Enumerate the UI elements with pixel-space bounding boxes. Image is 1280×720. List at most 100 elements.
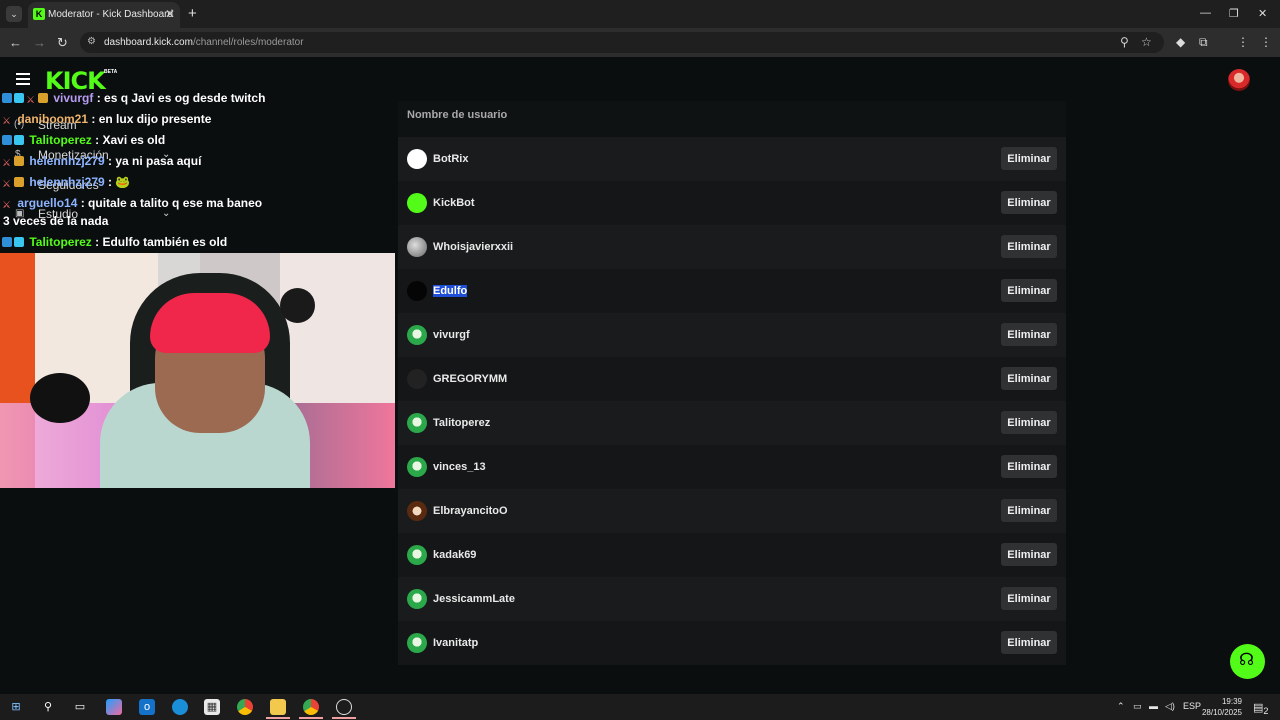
bookmark-star-icon[interactable]: ☆ — [1141, 35, 1152, 49]
chat-message: ⚔ arguello14 : quitale a talito q ese ma… — [2, 196, 263, 211]
windows-start-icon[interactable]: ⊞ — [8, 699, 24, 715]
remove-moderator-button[interactable]: Eliminar — [1001, 587, 1057, 610]
moderator-row: vinces_13 Eliminar — [398, 445, 1066, 489]
moderator-username[interactable]: GREGORYMM — [433, 373, 507, 385]
remove-moderator-button[interactable]: Eliminar — [1001, 367, 1057, 390]
site-info-icon[interactable]: ⚙ — [87, 36, 96, 47]
badge-icon — [14, 156, 24, 166]
url-text: dashboard.kick.com/channel/roles/moderat… — [104, 37, 304, 48]
video-spider-prop — [280, 288, 315, 323]
profile-icon[interactable]: ⋮ — [1237, 35, 1249, 49]
moderator-username[interactable]: Edulfo — [433, 285, 468, 297]
forward-icon[interactable]: → — [33, 35, 46, 50]
user-avatar[interactable] — [1228, 69, 1250, 91]
moderator-avatar — [407, 193, 427, 213]
network-icon[interactable]: ▭ — [1133, 701, 1142, 712]
edge-icon[interactable] — [172, 699, 188, 715]
moderator-avatar — [407, 149, 427, 169]
close-tab-icon[interactable]: ✕ — [165, 7, 175, 21]
moderator-avatar — [407, 633, 427, 653]
notifications-icon[interactable]: ▤2 — [1253, 701, 1269, 716]
moderator-username[interactable]: Whoisjavierxxii — [433, 241, 513, 253]
chat-message-wrap: 3 veces de la nada — [3, 214, 109, 228]
close-window-icon[interactable]: ✕ — [1258, 7, 1267, 20]
taskbar-active-indicator — [266, 717, 290, 719]
remove-moderator-button[interactable]: Eliminar — [1001, 499, 1057, 522]
chat-message: Talitoperez : Edulfo también es old — [2, 235, 227, 249]
moderator-row: Edulfo Eliminar — [398, 269, 1066, 313]
sword-badge-icon: ⚔ — [2, 179, 11, 190]
moderator-username[interactable]: Talitoperez — [433, 417, 490, 429]
moderator-username[interactable]: BotRix — [433, 153, 468, 165]
file-explorer-icon[interactable] — [270, 699, 286, 715]
moderators-panel: Nombre de usuario BotRix Eliminar KickBot E… — [398, 101, 1066, 665]
back-icon[interactable]: ← — [9, 35, 22, 50]
outlook-icon[interactable]: o — [139, 699, 155, 715]
video-hair — [150, 293, 270, 353]
hamburger-menu-icon[interactable] — [16, 73, 30, 85]
address-bar: ← → ↻ ⚙ dashboard.kick.com/channel/roles… — [0, 28, 1280, 57]
sword-badge-icon: ⚔ — [2, 116, 11, 127]
app-icon[interactable] — [336, 699, 352, 715]
moderator-row: JessicammLate Eliminar — [398, 577, 1066, 621]
chat-message: ⚔ vivurgf : es q Javi es og desde twitch — [2, 91, 265, 106]
moderator-row: Whoisjavierxxii Eliminar — [398, 225, 1066, 269]
browser-tab[interactable]: K Moderator - Kick Dashboard ✕ — [28, 2, 180, 28]
moderator-row: vivurgf Eliminar — [398, 313, 1066, 357]
moderator-avatar — [407, 281, 427, 301]
moderator-username[interactable]: vinces_13 — [433, 461, 486, 473]
remove-moderator-button[interactable]: Eliminar — [1001, 235, 1057, 258]
extension-diamond-icon[interactable]: ◆ — [1176, 35, 1185, 49]
username-column-header: Nombre de usuario — [407, 109, 508, 121]
copilot-icon[interactable] — [106, 699, 122, 715]
badge-icon — [14, 177, 24, 187]
task-view-icon[interactable]: ▭ — [72, 699, 88, 715]
zoom-icon[interactable]: ⚲ — [1120, 35, 1129, 49]
remove-moderator-button[interactable]: Eliminar — [1001, 411, 1057, 434]
tab-search-button[interactable]: ⌄ — [6, 6, 22, 22]
remove-moderator-button[interactable]: Eliminar — [1001, 323, 1057, 346]
badge-icon — [38, 93, 48, 103]
url-input[interactable]: ⚙ dashboard.kick.com/channel/roles/moder… — [80, 32, 1164, 53]
battery-icon[interactable]: ▬ — [1149, 701, 1158, 711]
minimize-icon[interactable]: — — [1200, 7, 1211, 19]
moderator-avatar — [407, 545, 427, 565]
sword-badge-icon: ⚔ — [2, 200, 11, 211]
support-chat-button[interactable]: ☊ — [1230, 644, 1265, 679]
moderator-username[interactable]: vivurgf — [433, 329, 470, 341]
restore-icon[interactable]: ❐ — [1229, 7, 1239, 20]
tab-title: Moderator - Kick Dashboard — [48, 9, 174, 20]
clock-time: 19:39 — [1221, 697, 1242, 706]
moderator-avatar — [407, 413, 427, 433]
remove-moderator-button[interactable]: Eliminar — [1001, 147, 1057, 170]
new-tab-button[interactable]: + — [188, 5, 197, 22]
moderator-username[interactable]: KickBot — [433, 197, 475, 209]
extensions-puzzle-icon[interactable]: ⧉ — [1199, 35, 1208, 50]
chat-message: ⚔ helennhzj279 : 🐸 — [2, 175, 131, 190]
moderator-username[interactable]: Ivanitatp — [433, 637, 478, 649]
remove-moderator-button[interactable]: Eliminar — [1001, 455, 1057, 478]
remove-moderator-button[interactable]: Eliminar — [1001, 191, 1057, 214]
moderator-username[interactable]: kadak69 — [433, 549, 476, 561]
moderator-row: GREGORYMM Eliminar — [398, 357, 1066, 401]
chrome-profile-icon[interactable] — [303, 699, 319, 715]
stream-video[interactable] — [0, 253, 395, 488]
volume-icon[interactable]: ◁) — [1165, 701, 1175, 712]
badge-icon — [2, 237, 12, 247]
remove-moderator-button[interactable]: Eliminar — [1001, 631, 1057, 654]
moderator-row: Ivanitatp Eliminar — [398, 621, 1066, 665]
video-spider-prop — [30, 373, 90, 423]
search-icon[interactable]: ⚲ — [40, 699, 56, 715]
reload-icon[interactable]: ↻ — [57, 35, 68, 51]
chat-message: Talitoperez : Xavi es old — [2, 133, 165, 147]
moderator-username[interactable]: ElbrayancitoO — [433, 505, 508, 517]
badge-icon — [2, 93, 12, 103]
browser-menu-icon[interactable]: ⋮ — [1260, 35, 1272, 49]
chrome-icon[interactable] — [237, 699, 253, 715]
store-icon[interactable]: ▦ — [204, 699, 220, 715]
system-clock[interactable]: 19:39 28/10/2025 — [1196, 696, 1242, 718]
moderator-username[interactable]: JessicammLate — [433, 593, 515, 605]
tray-chevron-icon[interactable]: ⌃ — [1117, 701, 1125, 712]
remove-moderator-button[interactable]: Eliminar — [1001, 543, 1057, 566]
remove-moderator-button[interactable]: Eliminar — [1001, 279, 1057, 302]
